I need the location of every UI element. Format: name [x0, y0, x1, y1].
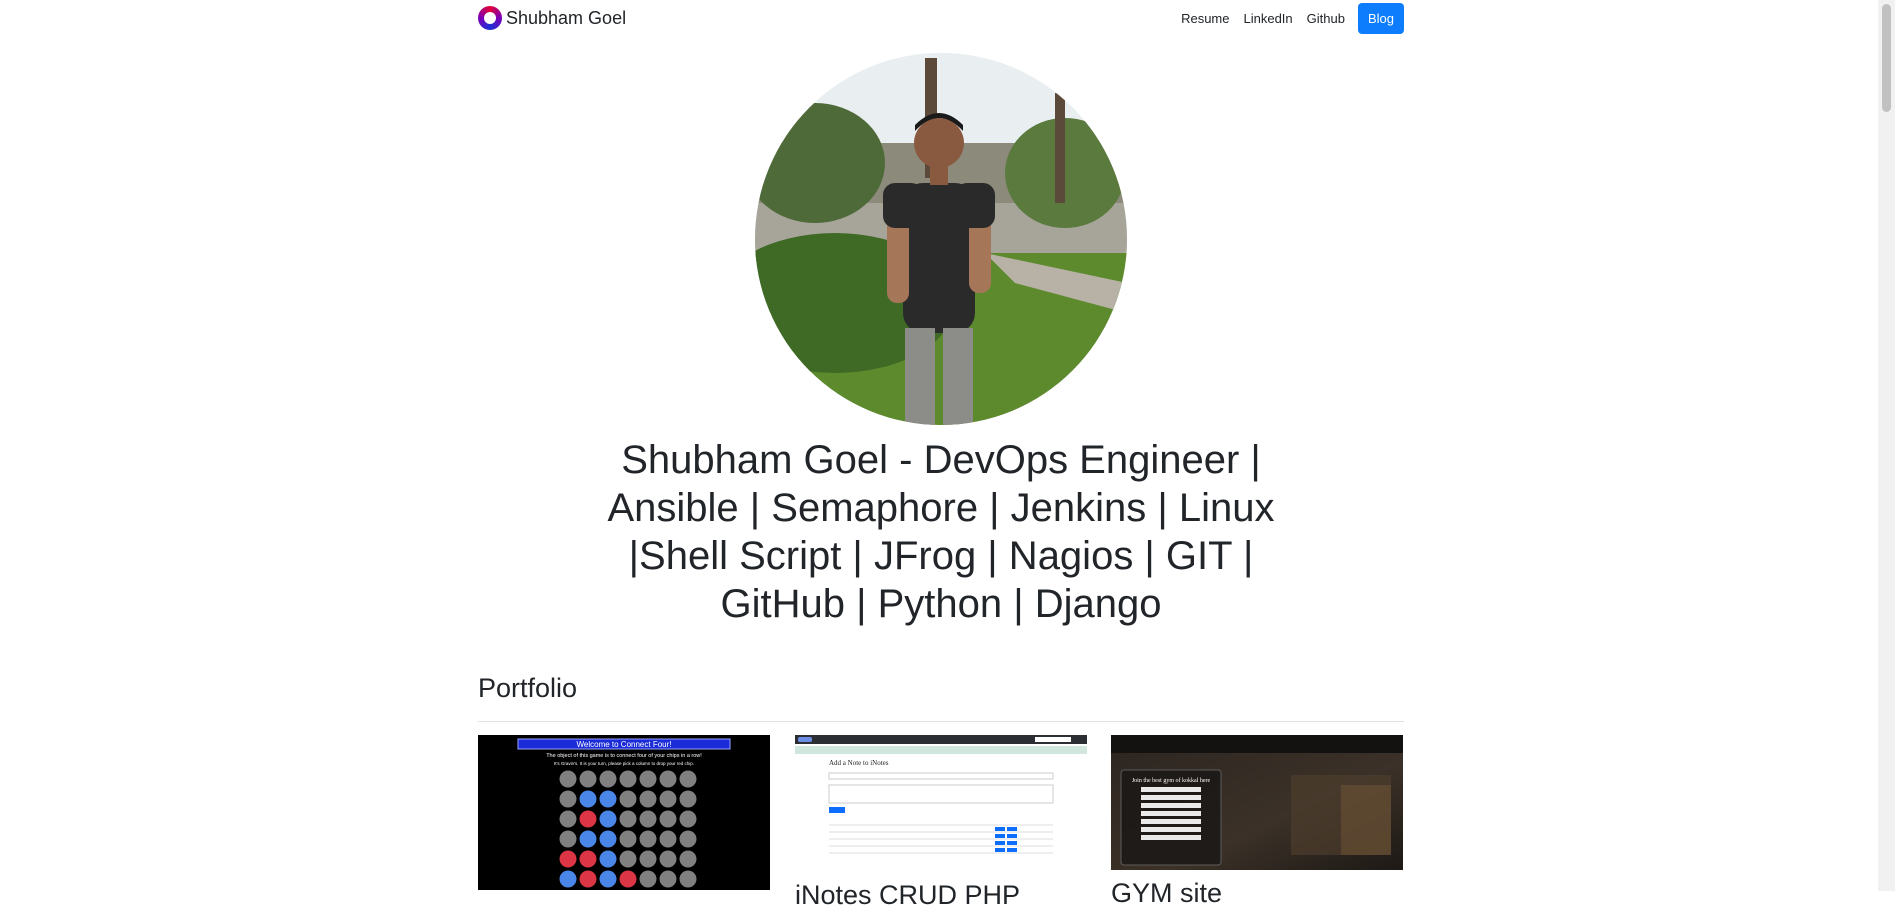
card-title[interactable]: GYM site	[1111, 878, 1403, 909]
board-chip[interactable]	[559, 850, 577, 868]
page-scrollbar[interactable]	[1878, 0, 1895, 891]
board-chip[interactable]	[599, 810, 617, 828]
inotes-thumbnail[interactable]: Add a Note to iNotes	[795, 735, 1087, 872]
ring-logo-icon	[478, 6, 502, 30]
board-chip[interactable]	[679, 850, 697, 868]
board-chip[interactable]	[659, 770, 677, 788]
connect-four-thumbnail[interactable]: Welcome to Connect Four! The object of t…	[478, 735, 770, 890]
board-chip[interactable]	[659, 790, 677, 808]
board-chip[interactable]	[619, 830, 637, 848]
board-chip[interactable]	[559, 770, 577, 788]
board-chip[interactable]	[599, 830, 617, 848]
brand[interactable]: Shubham Goel	[478, 6, 626, 30]
scrollbar-thumb[interactable]	[1882, 4, 1891, 112]
portfolio-card-inotes[interactable]: Add a Note to iNotes iNotes CRUD PHP	[795, 735, 1087, 911]
nav-github-link[interactable]: Github	[1300, 4, 1352, 33]
brand-name: Shubham Goel	[506, 7, 627, 28]
connect-four-sub: The object of this game is to connect fo…	[546, 753, 702, 759]
board-chip[interactable]	[619, 790, 637, 808]
board-chip[interactable]	[619, 850, 637, 868]
board-chip[interactable]	[679, 810, 697, 828]
portfolio-card-gym[interactable]: Join the best gym of kokkal here GYM sit…	[1111, 735, 1403, 909]
board-chip[interactable]	[579, 810, 597, 828]
board-chip[interactable]	[679, 790, 697, 808]
profile-photo	[755, 53, 1127, 425]
board-chip[interactable]	[599, 790, 617, 808]
board-chip[interactable]	[559, 870, 577, 888]
board-chip[interactable]	[599, 850, 617, 868]
board-chip[interactable]	[639, 830, 657, 848]
inotes-header: Add a Note to iNotes	[829, 759, 889, 767]
board-chip[interactable]	[579, 850, 597, 868]
card-title[interactable]: iNotes CRUD PHP	[795, 880, 1087, 911]
board-chip[interactable]	[619, 810, 637, 828]
nav-blog-button[interactable]: Blog	[1357, 2, 1404, 34]
board-chip[interactable]	[659, 870, 677, 888]
board-chip[interactable]	[579, 790, 597, 808]
page-container: Shubham Goel Resume LinkedIn Github Blog	[478, 0, 1404, 34]
hero-headline: Shubham Goel - DevOps Engineer | Ansible…	[607, 438, 1275, 626]
board-chip[interactable]	[659, 810, 677, 828]
gym-header: Join the best gym of kokkal here	[1132, 777, 1211, 784]
board-chip[interactable]	[599, 770, 617, 788]
board-chip[interactable]	[639, 810, 657, 828]
board-chip[interactable]	[619, 770, 637, 788]
board-chip[interactable]	[639, 790, 657, 808]
gym-thumbnail[interactable]: Join the best gym of kokkal here	[1111, 735, 1403, 870]
nav-resume-link[interactable]: Resume	[1174, 4, 1236, 33]
board-chip[interactable]	[559, 830, 577, 848]
board-chip[interactable]	[599, 870, 617, 888]
navbar: Shubham Goel Resume LinkedIn Github Blog	[478, 0, 1404, 34]
connect-four-header: Welcome to Connect Four!	[576, 740, 671, 749]
portfolio-card-connect-four[interactable]: Welcome to Connect Four! The object of t…	[478, 735, 770, 898]
board-chip[interactable]	[559, 810, 577, 828]
board-chip[interactable]	[619, 870, 637, 888]
board-chip[interactable]	[679, 870, 697, 888]
board-chip[interactable]	[679, 770, 697, 788]
board-chip[interactable]	[659, 830, 677, 848]
portfolio-title: Portfolio	[478, 673, 578, 703]
board-chip[interactable]	[639, 850, 657, 868]
board-chip[interactable]	[579, 870, 597, 888]
board-chip[interactable]	[659, 850, 677, 868]
board-chip[interactable]	[679, 830, 697, 848]
nav-links: Resume LinkedIn Github Blog	[1174, 2, 1404, 34]
nav-linkedin-link[interactable]: LinkedIn	[1237, 4, 1300, 33]
board-chip[interactable]	[639, 870, 657, 888]
connect-four-turn: It's Gravin's. It is your turn, please p…	[554, 761, 694, 766]
board-chip[interactable]	[559, 790, 577, 808]
board-chip[interactable]	[579, 830, 597, 848]
board-chip[interactable]	[579, 770, 597, 788]
board-chip[interactable]	[639, 770, 657, 788]
portfolio-divider	[478, 721, 1404, 722]
